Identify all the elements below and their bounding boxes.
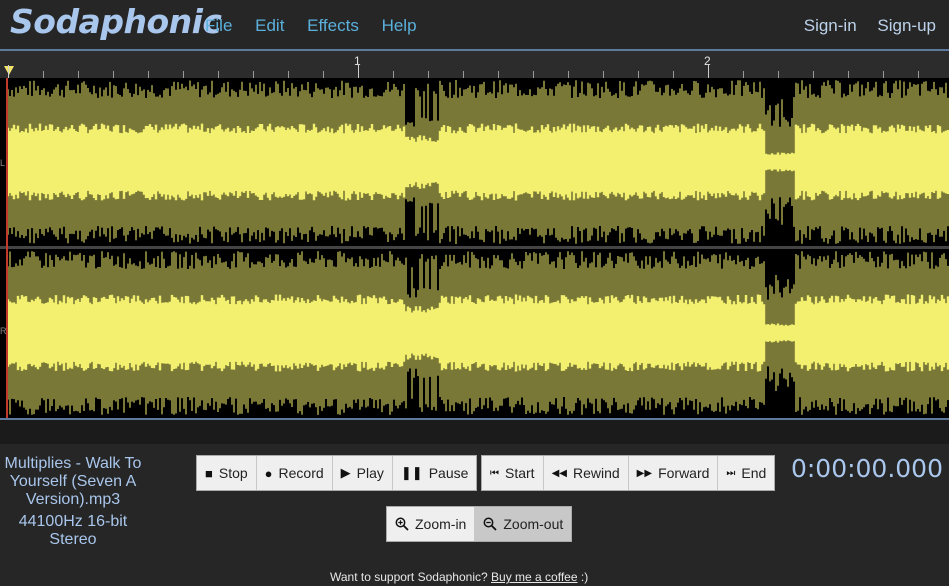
channel-label-left: L	[0, 158, 6, 168]
ruler-tick	[428, 71, 429, 78]
ruler-tick	[288, 71, 289, 78]
ruler-tick	[218, 71, 219, 78]
ruler-tick	[918, 71, 919, 78]
file-format: 44100Hz 16-bit Stereo	[18, 513, 128, 548]
support-suffix: :)	[580, 570, 589, 584]
ruler-tick	[883, 71, 884, 78]
timeline-ruler[interactable]: 1 2	[0, 51, 949, 78]
fast-forward-icon: ▶▶	[636, 467, 653, 479]
rewind-icon: ◀◀	[551, 467, 567, 479]
record-icon: ●	[264, 465, 273, 481]
ruler-tick	[708, 65, 709, 78]
ruler-tick	[148, 71, 149, 78]
waveform-core-right	[6, 294, 949, 372]
menu-edit[interactable]: Edit	[255, 16, 284, 35]
support-line: Want to support Sodaphonic? Buy me a cof…	[330, 570, 588, 584]
menu-effects[interactable]: Effects	[307, 16, 359, 35]
transport-group-primary: ■ Stop ● Record ▶ Play ❚❚ Pause	[196, 455, 478, 491]
zoom-group: Zoom-in Zoom-out	[386, 506, 573, 542]
ruler-tick	[393, 71, 394, 78]
zoom-in-icon	[395, 517, 409, 531]
ruler-tick	[603, 71, 604, 78]
play-button[interactable]: ▶ Play	[332, 456, 393, 490]
play-icon: ▶	[340, 465, 351, 480]
ruler-tick	[743, 71, 744, 78]
sign-up-link[interactable]: Sign-up	[877, 16, 936, 35]
pause-icon: ❚❚	[400, 465, 423, 480]
buy-coffee-link[interactable]: Buy me a coffee	[491, 570, 578, 584]
playhead-marker-icon[interactable]	[4, 66, 14, 75]
menu-help[interactable]: Help	[382, 16, 417, 35]
pause-button[interactable]: ❚❚ Pause	[392, 456, 477, 490]
ruler-tick	[498, 71, 499, 78]
playhead-cursor[interactable]	[6, 78, 8, 418]
ruler-tick	[183, 71, 184, 78]
ruler-tick	[8, 65, 9, 78]
main-menu: File Edit Effects Help	[205, 16, 435, 36]
menu-file[interactable]: File	[205, 16, 232, 35]
zoom-in-button[interactable]: Zoom-in	[387, 507, 476, 541]
ruler-tick	[463, 71, 464, 78]
ruler-tick	[778, 71, 779, 78]
stop-button[interactable]: ■ Stop	[197, 456, 257, 490]
file-info: Multiplies - Walk To Yourself (Seven A V…	[0, 455, 146, 549]
ruler-tick	[638, 71, 639, 78]
stop-icon: ■	[205, 465, 213, 481]
sign-in-link[interactable]: Sign-in	[804, 16, 857, 35]
time-display: 0:00:00.000	[790, 454, 943, 483]
record-button[interactable]: ● Record	[256, 456, 333, 490]
channel-label-right: R	[0, 326, 7, 336]
forward-button[interactable]: ▶▶ Forward	[628, 456, 719, 490]
ruler-tick	[113, 71, 114, 78]
skip-end-icon: ⏭	[726, 467, 736, 479]
transport-group-seek: ⏮ Start ◀◀ Rewind ▶▶ Forward ⏭ End	[481, 455, 776, 491]
ruler-tick	[673, 71, 674, 78]
waveform-core-left	[6, 123, 949, 201]
ruler-tick	[848, 71, 849, 78]
scroll-strip[interactable]	[0, 420, 949, 444]
channel-separator	[0, 246, 949, 249]
start-button[interactable]: ⏮ Start	[482, 456, 544, 490]
waveform-area[interactable]: L R	[0, 78, 949, 418]
end-button[interactable]: ⏭ End	[718, 456, 775, 490]
top-bar: Sodaphonic File Edit Effects Help Sign-i…	[0, 0, 949, 50]
ruler-tick	[533, 71, 534, 78]
skip-start-icon: ⏮	[490, 467, 499, 479]
ruler-tick	[813, 71, 814, 78]
file-name: Multiplies - Walk To Yourself (Seven A V…	[4, 455, 142, 508]
zoom-out-button[interactable]: Zoom-out	[475, 507, 572, 541]
rewind-button[interactable]: ◀◀ Rewind	[543, 456, 629, 490]
ruler-tick	[253, 71, 254, 78]
account-menu: Sign-in Sign-up	[788, 16, 936, 36]
ruler-tick	[78, 71, 79, 78]
support-text: Want to support Sodaphonic?	[330, 570, 488, 584]
app-logo: Sodaphonic	[10, 2, 222, 41]
zoom-out-icon	[483, 517, 497, 531]
ruler-tick	[323, 71, 324, 78]
ruler-tick	[43, 71, 44, 78]
ruler-tick	[568, 71, 569, 78]
ruler-tick	[358, 65, 359, 78]
